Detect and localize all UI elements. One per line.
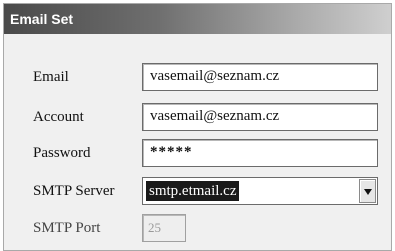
smtp-server-selected-value: smtp.etmail.cz bbox=[146, 181, 240, 201]
account-field[interactable]: vasemail@seznam.cz bbox=[142, 103, 378, 131]
smtp-server-row: SMTP Server smtp.etmail.cz bbox=[4, 177, 391, 207]
smtp-server-dropdown-button[interactable] bbox=[359, 179, 376, 203]
smtp-server-select[interactable]: smtp.etmail.cz bbox=[142, 177, 378, 205]
chevron-down-icon bbox=[364, 189, 372, 195]
smtp-port-field: 25 bbox=[142, 214, 186, 242]
smtp-server-label: SMTP Server bbox=[33, 183, 115, 199]
email-field[interactable]: vasemail@seznam.cz bbox=[142, 63, 378, 91]
smtp-port-label: SMTP Port bbox=[33, 220, 101, 236]
password-field[interactable]: ***** bbox=[142, 139, 378, 167]
panel-title: Email Set bbox=[10, 11, 74, 27]
account-row: Account vasemail@seznam.cz bbox=[4, 103, 391, 133]
email-row: Email vasemail@seznam.cz bbox=[4, 63, 391, 93]
smtp-port-row: SMTP Port 25 bbox=[4, 214, 391, 244]
account-label: Account bbox=[33, 109, 84, 125]
email-set-panel: Email Set Email vasemail@seznam.cz Accou… bbox=[3, 3, 392, 251]
password-row: Password ***** bbox=[4, 139, 391, 169]
email-label: Email bbox=[33, 69, 69, 85]
password-label: Password bbox=[33, 145, 91, 161]
panel-titlebar: Email Set bbox=[4, 4, 391, 34]
